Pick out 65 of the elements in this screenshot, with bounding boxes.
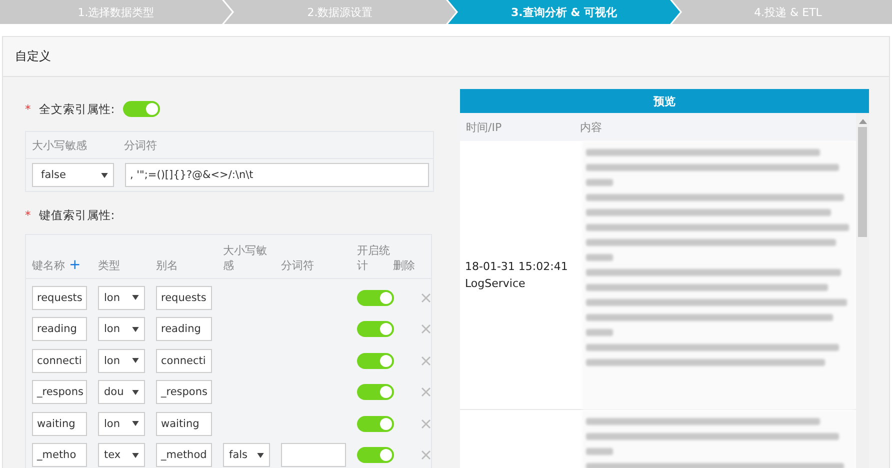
scroll-up-arrow-icon[interactable] [858, 119, 866, 124]
column-header: 类型 [98, 258, 121, 273]
alias-field[interactable]: waiting [156, 412, 212, 436]
type-select[interactable]: dou [98, 380, 145, 404]
panel-title: 自定义 [15, 48, 51, 65]
type-select[interactable]: tex [98, 443, 145, 468]
statistics-toggle[interactable] [357, 352, 394, 369]
alias-field[interactable]: requests [156, 286, 212, 310]
statistics-toggle[interactable] [357, 290, 394, 306]
log-time: 18-01-31 15:02:41 [465, 259, 569, 275]
alias-field[interactable]: _method [156, 443, 212, 468]
caret-icon [132, 390, 139, 395]
required-mark: * [25, 208, 31, 222]
required-mark: * [25, 102, 31, 116]
column-header: 分词符 [281, 258, 315, 273]
delete-icon[interactable] [421, 387, 431, 398]
caret-icon [132, 452, 139, 458]
preview-header: 预览 [460, 89, 869, 113]
key-name-field[interactable]: waiting [32, 412, 87, 436]
key-value-index-label: 键值索引属性: [38, 208, 115, 222]
caret-icon [101, 172, 108, 178]
delete-icon[interactable] [421, 292, 431, 303]
column-header: 开启统计 [357, 243, 391, 273]
type-select[interactable]: lon [98, 286, 145, 310]
statistics-toggle[interactable] [357, 384, 394, 400]
key-name-field[interactable]: reading [32, 317, 87, 342]
alias-field[interactable]: connecti [156, 348, 212, 373]
column-header: 大小写敏感 [32, 138, 88, 152]
delimiter-field[interactable] [281, 443, 346, 468]
case-sensitive-select[interactable]: false [32, 163, 114, 187]
alias-field[interactable]: _respons [156, 380, 212, 404]
caret-icon [257, 452, 264, 458]
column-header: 键名称 [32, 258, 65, 273]
scrollbar-thumb[interactable] [858, 127, 867, 237]
delete-icon[interactable] [421, 356, 431, 366]
delete-icon[interactable] [421, 418, 431, 429]
column-header: 分词符 [124, 138, 157, 152]
log-source: LogService [465, 276, 526, 292]
statistics-toggle[interactable] [357, 416, 394, 432]
fulltext-index-label: 全文索引属性: [38, 102, 115, 116]
add-key-button[interactable]: + [69, 258, 81, 273]
caret-icon [132, 295, 139, 300]
caret-icon [132, 326, 139, 332]
key-name-field[interactable]: connecti [32, 348, 87, 373]
statistics-toggle[interactable] [357, 321, 394, 338]
case-sensitive-select[interactable]: fals [223, 443, 270, 468]
caret-icon [132, 358, 139, 364]
column-header: 别名 [156, 258, 179, 273]
key-name-field[interactable]: _metho [32, 443, 87, 468]
key-name-field[interactable]: _respons [32, 380, 87, 404]
alias-field[interactable]: reading [156, 317, 212, 342]
delete-icon[interactable] [421, 324, 431, 334]
delete-icon[interactable] [421, 450, 431, 460]
toggle-switch[interactable] [122, 101, 160, 117]
delimiter-field[interactable]: , '";=()[]{}?@&<>/:\n\t [125, 163, 429, 187]
type-select[interactable]: lon [98, 317, 145, 342]
type-select[interactable]: lon [98, 348, 145, 373]
column-header: 删除 [393, 258, 416, 273]
column-header: 时间/IP [466, 120, 503, 134]
caret-icon [132, 421, 139, 426]
column-header: 大小写敏感 [223, 243, 268, 273]
key-name-field[interactable]: requests [32, 286, 87, 310]
statistics-toggle[interactable] [357, 447, 394, 464]
column-header: 内容 [580, 120, 602, 134]
type-select[interactable]: lon [98, 412, 145, 436]
